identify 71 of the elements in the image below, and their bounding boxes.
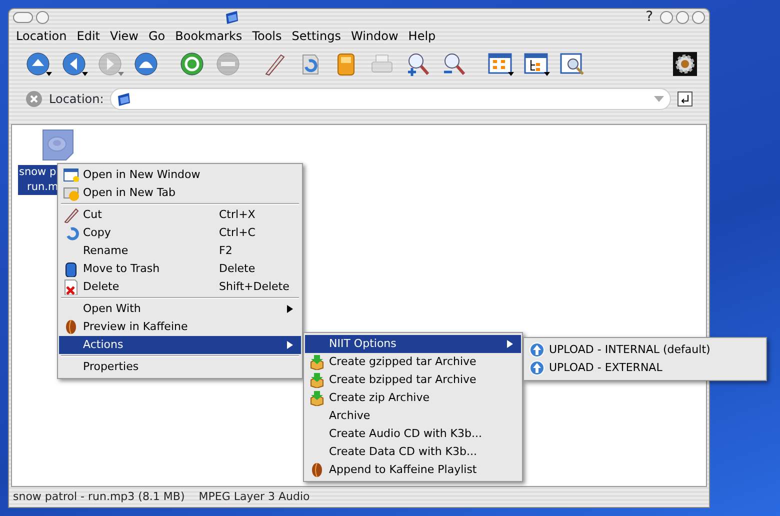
menu-item[interactable]: Window [346, 27, 404, 45]
menu-item[interactable]: Open With [59, 300, 301, 318]
menu-item[interactable]: Create Audio CD with K3b... [305, 425, 521, 443]
clear-icon[interactable] [25, 90, 43, 108]
menu-item[interactable]: UPLOAD - EXTERNAL [525, 359, 765, 377]
menu-item[interactable]: Copy Ctrl+C [59, 224, 301, 242]
menu-item[interactable]: Settings [286, 27, 346, 45]
menu-item[interactable]: Open in New Window [59, 166, 301, 184]
new-window-icon [63, 167, 79, 183]
trash-icon [63, 261, 79, 277]
coffee-bean-icon [309, 462, 325, 478]
upload-icon [529, 360, 545, 376]
menu-item[interactable]: Rename F2 [59, 242, 301, 260]
folder-icon [116, 92, 131, 106]
zoom-in-icon [405, 51, 431, 77]
folder-icon [225, 11, 240, 24]
dropdown-arrow-icon[interactable] [654, 96, 664, 102]
menu-item[interactable]: Help [403, 27, 441, 45]
menu-item[interactable]: Create Data CD with K3b... [305, 443, 521, 461]
stop-icon [215, 51, 241, 77]
coffee-bean-icon [63, 319, 79, 335]
menu-item[interactable]: Create zip Archive [305, 389, 521, 407]
location-field[interactable] [110, 88, 671, 110]
upload-icon [529, 342, 545, 358]
package-icon [309, 390, 325, 406]
menu-item[interactable]: Properties [59, 358, 301, 376]
menu-item[interactable]: Go [144, 27, 170, 45]
maximize-button[interactable] [676, 11, 689, 24]
menu-item[interactable]: Cut Ctrl+X [59, 206, 301, 224]
menu-item[interactable]: Move to Trash Delete [59, 260, 301, 278]
menu-item[interactable]: Location [11, 27, 72, 45]
status-text: snow patrol - run.mp3 (8.1 MB) [13, 488, 185, 505]
file-name[interactable]: snow p run.m [18, 165, 58, 195]
window-menu-button[interactable] [13, 12, 33, 23]
icon-view-icon [487, 51, 513, 77]
help-button[interactable]: ? [646, 7, 653, 28]
menu-item[interactable]: Delete Shift+Delete [59, 278, 301, 296]
home-icon [133, 51, 159, 77]
close-button[interactable] [692, 11, 705, 24]
file-type-text: MPEG Layer 3 Audio [198, 488, 310, 505]
new-tab-icon [63, 185, 79, 201]
menu-item[interactable]: Append to Kaffeine Playlist [305, 461, 521, 479]
menu-item[interactable]: Tools [247, 27, 287, 45]
menu-item[interactable]: Preview in Kaffeine [59, 318, 301, 336]
location-label: Location: [49, 91, 104, 108]
pencil-icon [63, 207, 79, 223]
package-icon [309, 354, 325, 370]
gear-logo-icon [673, 52, 697, 76]
menu-item[interactable]: Bookmarks [170, 27, 248, 45]
go-icon[interactable] [677, 91, 693, 107]
menu-item[interactable]: Open in New Tab [59, 184, 301, 202]
preview-icon [559, 51, 585, 77]
minimize-button[interactable] [660, 11, 673, 24]
menu-item[interactable]: Create bzipped tar Archive [305, 371, 521, 389]
zoom-out-icon [441, 51, 467, 77]
menu-item[interactable]: NIIT Options [305, 335, 521, 353]
tree-view-icon [523, 51, 549, 77]
menu-item[interactable]: Archive [305, 407, 521, 425]
menu-item[interactable]: View [105, 27, 144, 45]
reload-icon [179, 51, 205, 77]
sticky-button[interactable] [36, 11, 49, 24]
audio-file-icon[interactable] [42, 129, 74, 161]
menu-item[interactable]: Actions [59, 336, 301, 354]
up-icon [25, 51, 51, 77]
package-icon [309, 372, 325, 388]
menu-item[interactable]: Create gzipped tar Archive [305, 353, 521, 371]
menu-item[interactable]: UPLOAD - INTERNAL (default) [525, 341, 765, 359]
forward-icon [97, 51, 123, 77]
delete-icon [63, 279, 79, 295]
back-icon [61, 51, 87, 77]
menu-item[interactable]: Edit [72, 27, 106, 45]
